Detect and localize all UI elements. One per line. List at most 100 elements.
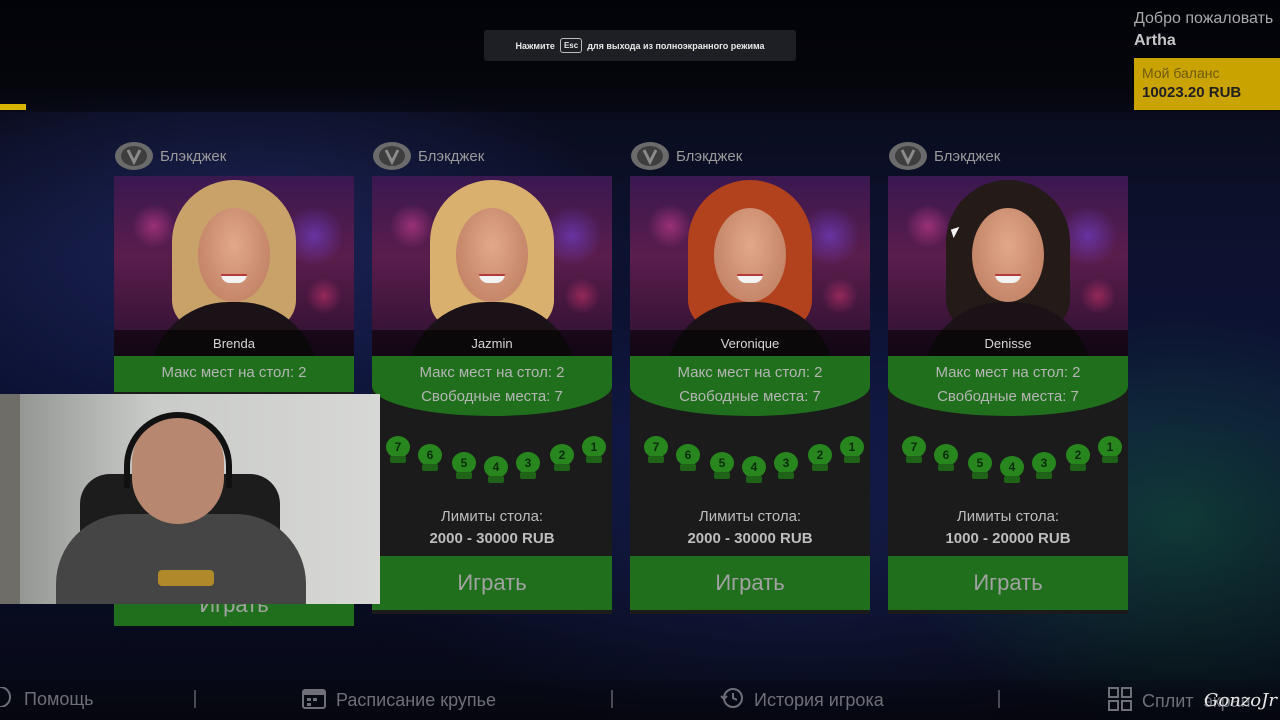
seat-6[interactable]: 6: [418, 444, 442, 472]
toolbar-divider: [611, 690, 613, 708]
schedule-button[interactable]: Расписание крупье: [302, 687, 496, 714]
balance-label: Мой баланс: [1142, 65, 1220, 81]
seat-4[interactable]: 4: [484, 456, 508, 484]
schedule-label: Расписание крупье: [336, 690, 497, 710]
card-head: Блэкджек: [114, 136, 354, 176]
seat-row: 7 6 5 4 3 2 1: [888, 436, 1128, 506]
balance-value: 10023.20 RUB: [1142, 84, 1242, 101]
esc-key: Esc: [559, 38, 583, 53]
table-info: Макс мест на стол: 2 Свободные места: 7 …: [372, 356, 612, 614]
toolbar-divider: [194, 690, 196, 708]
max-seats: Макс мест на стол: 2: [677, 364, 823, 381]
limits-label: Лимиты стола:: [440, 508, 544, 525]
dealer-face: [198, 208, 270, 302]
seat-2[interactable]: 2: [808, 444, 832, 472]
limits-label: Лимиты стола:: [698, 508, 802, 525]
seat-7[interactable]: 7: [644, 436, 668, 464]
webcam-person-body: [56, 514, 306, 604]
dealer-name: Veronique: [630, 330, 870, 356]
seat-3[interactable]: 3: [516, 452, 540, 480]
blackjack-logo-icon: [372, 139, 412, 173]
dealer-photo[interactable]: Brenda: [114, 176, 354, 356]
welcome-title: Добро пожаловать: [1134, 10, 1274, 27]
seat-4[interactable]: 4: [1000, 456, 1024, 484]
seat-row: 7 6 5 4 3 2 1: [630, 436, 870, 506]
max-seats: Макс мест на стол: 2: [935, 364, 1081, 381]
help-button[interactable]: Помощь: [0, 686, 94, 712]
play-button[interactable]: Играть: [888, 556, 1128, 610]
seat-6[interactable]: 6: [934, 444, 958, 472]
table-info: Макс мест на стол: 2 Свободные места: 7 …: [888, 356, 1128, 614]
bottom-toolbar: [0, 680, 1280, 720]
stream-watermark: GonzoJr: [1204, 690, 1277, 711]
fullscreen-notice-prefix: Нажмите: [515, 40, 555, 51]
seat-5[interactable]: 5: [968, 452, 992, 480]
balance-box[interactable]: Мой баланс 10023.20 RUB: [1134, 58, 1280, 110]
seat-3[interactable]: 3: [774, 452, 798, 480]
limits-value: 2000 - 30000 RUB: [429, 530, 555, 547]
max-seats: Макс мест на стол: 2: [419, 364, 565, 381]
seat-2[interactable]: 2: [550, 444, 574, 472]
blackjack-logo-icon: [888, 139, 928, 173]
dealer-face: [456, 208, 528, 302]
calendar-icon: [302, 687, 326, 714]
fullscreen-notice-suffix: для выхода из полноэкранного режима: [587, 40, 765, 51]
dealer-face: [714, 208, 786, 302]
split-label: Сплит: [1142, 691, 1194, 711]
welcome-block: Добро пожаловать Artha: [1134, 10, 1280, 50]
play-button[interactable]: Играть: [630, 556, 870, 610]
limits-label: Лимиты стола:: [956, 508, 1060, 525]
blackjack-logo-icon: [630, 139, 670, 173]
dealer-photo[interactable]: Denisse: [888, 176, 1128, 356]
blackjack-logo-icon: [114, 139, 154, 173]
seat-1[interactable]: 1: [582, 436, 606, 464]
username: Artha: [1134, 32, 1176, 49]
table-info: Макс мест на стол: 2 Свободные места: 7 …: [630, 356, 870, 614]
seat-1[interactable]: 1: [1098, 436, 1122, 464]
help-label: Помощь: [24, 689, 94, 709]
seat-5[interactable]: 5: [452, 452, 476, 480]
free-seats: Свободные места: 7: [679, 388, 821, 405]
card-head: Блэкджек: [630, 136, 870, 176]
dealer-name: Denisse: [888, 330, 1128, 356]
game-name: Блэкджек: [418, 147, 485, 165]
grid-icon: [1108, 687, 1132, 716]
fullscreen-notice: Нажмите Esc для выхода из полноэкранного…: [484, 30, 796, 61]
seat-row: 7 6 5 4 3 2 1: [372, 436, 612, 506]
card-head: Блэкджек: [372, 136, 612, 176]
limits-value: 2000 - 30000 RUB: [687, 530, 813, 547]
history-button[interactable]: История игрока: [720, 687, 884, 714]
help-circle-icon: [0, 686, 14, 712]
game-name: Блэкджек: [676, 147, 743, 165]
seat-5[interactable]: 5: [710, 452, 734, 480]
seat-6[interactable]: 6: [676, 444, 700, 472]
history-label: История игрока: [754, 690, 884, 710]
dealer-face: [972, 208, 1044, 302]
seat-3[interactable]: 3: [1032, 452, 1056, 480]
history-icon: [720, 687, 744, 714]
free-seats: Свободные места: 7: [421, 388, 563, 405]
seat-7[interactable]: 7: [902, 436, 926, 464]
dealer-photo[interactable]: Jazmin: [372, 176, 612, 356]
game-name: Блэкджек: [934, 147, 1001, 165]
table-card-veronique: Блэкджек Veronique Макс мест на стол: 2 …: [630, 136, 870, 614]
webcam-headset: [124, 412, 232, 488]
game-name: Блэкджек: [160, 147, 227, 165]
dealer-name: Brenda: [114, 330, 354, 356]
dealer-photo[interactable]: Veronique: [630, 176, 870, 356]
table-card-jazmin: Блэкджек Jazmin Макс мест на стол: 2 Сво…: [372, 136, 612, 614]
play-button[interactable]: Играть: [372, 556, 612, 610]
seat-4[interactable]: 4: [742, 456, 766, 484]
max-seats: Макс мест на стол: 2: [161, 364, 307, 381]
seat-1[interactable]: 1: [840, 436, 864, 464]
webcam-shirt-logo: [158, 570, 214, 586]
limits-value: 1000 - 20000 RUB: [945, 530, 1071, 547]
seat-2[interactable]: 2: [1066, 444, 1090, 472]
active-indicator: [0, 104, 26, 110]
toolbar-divider: [998, 690, 1000, 708]
free-seats: Свободные места: 7: [937, 388, 1079, 405]
seat-7[interactable]: 7: [386, 436, 410, 464]
card-head: Блэкджек: [888, 136, 1128, 176]
webcam-background-shelf: [0, 394, 20, 604]
webcam-overlay: [0, 394, 380, 604]
